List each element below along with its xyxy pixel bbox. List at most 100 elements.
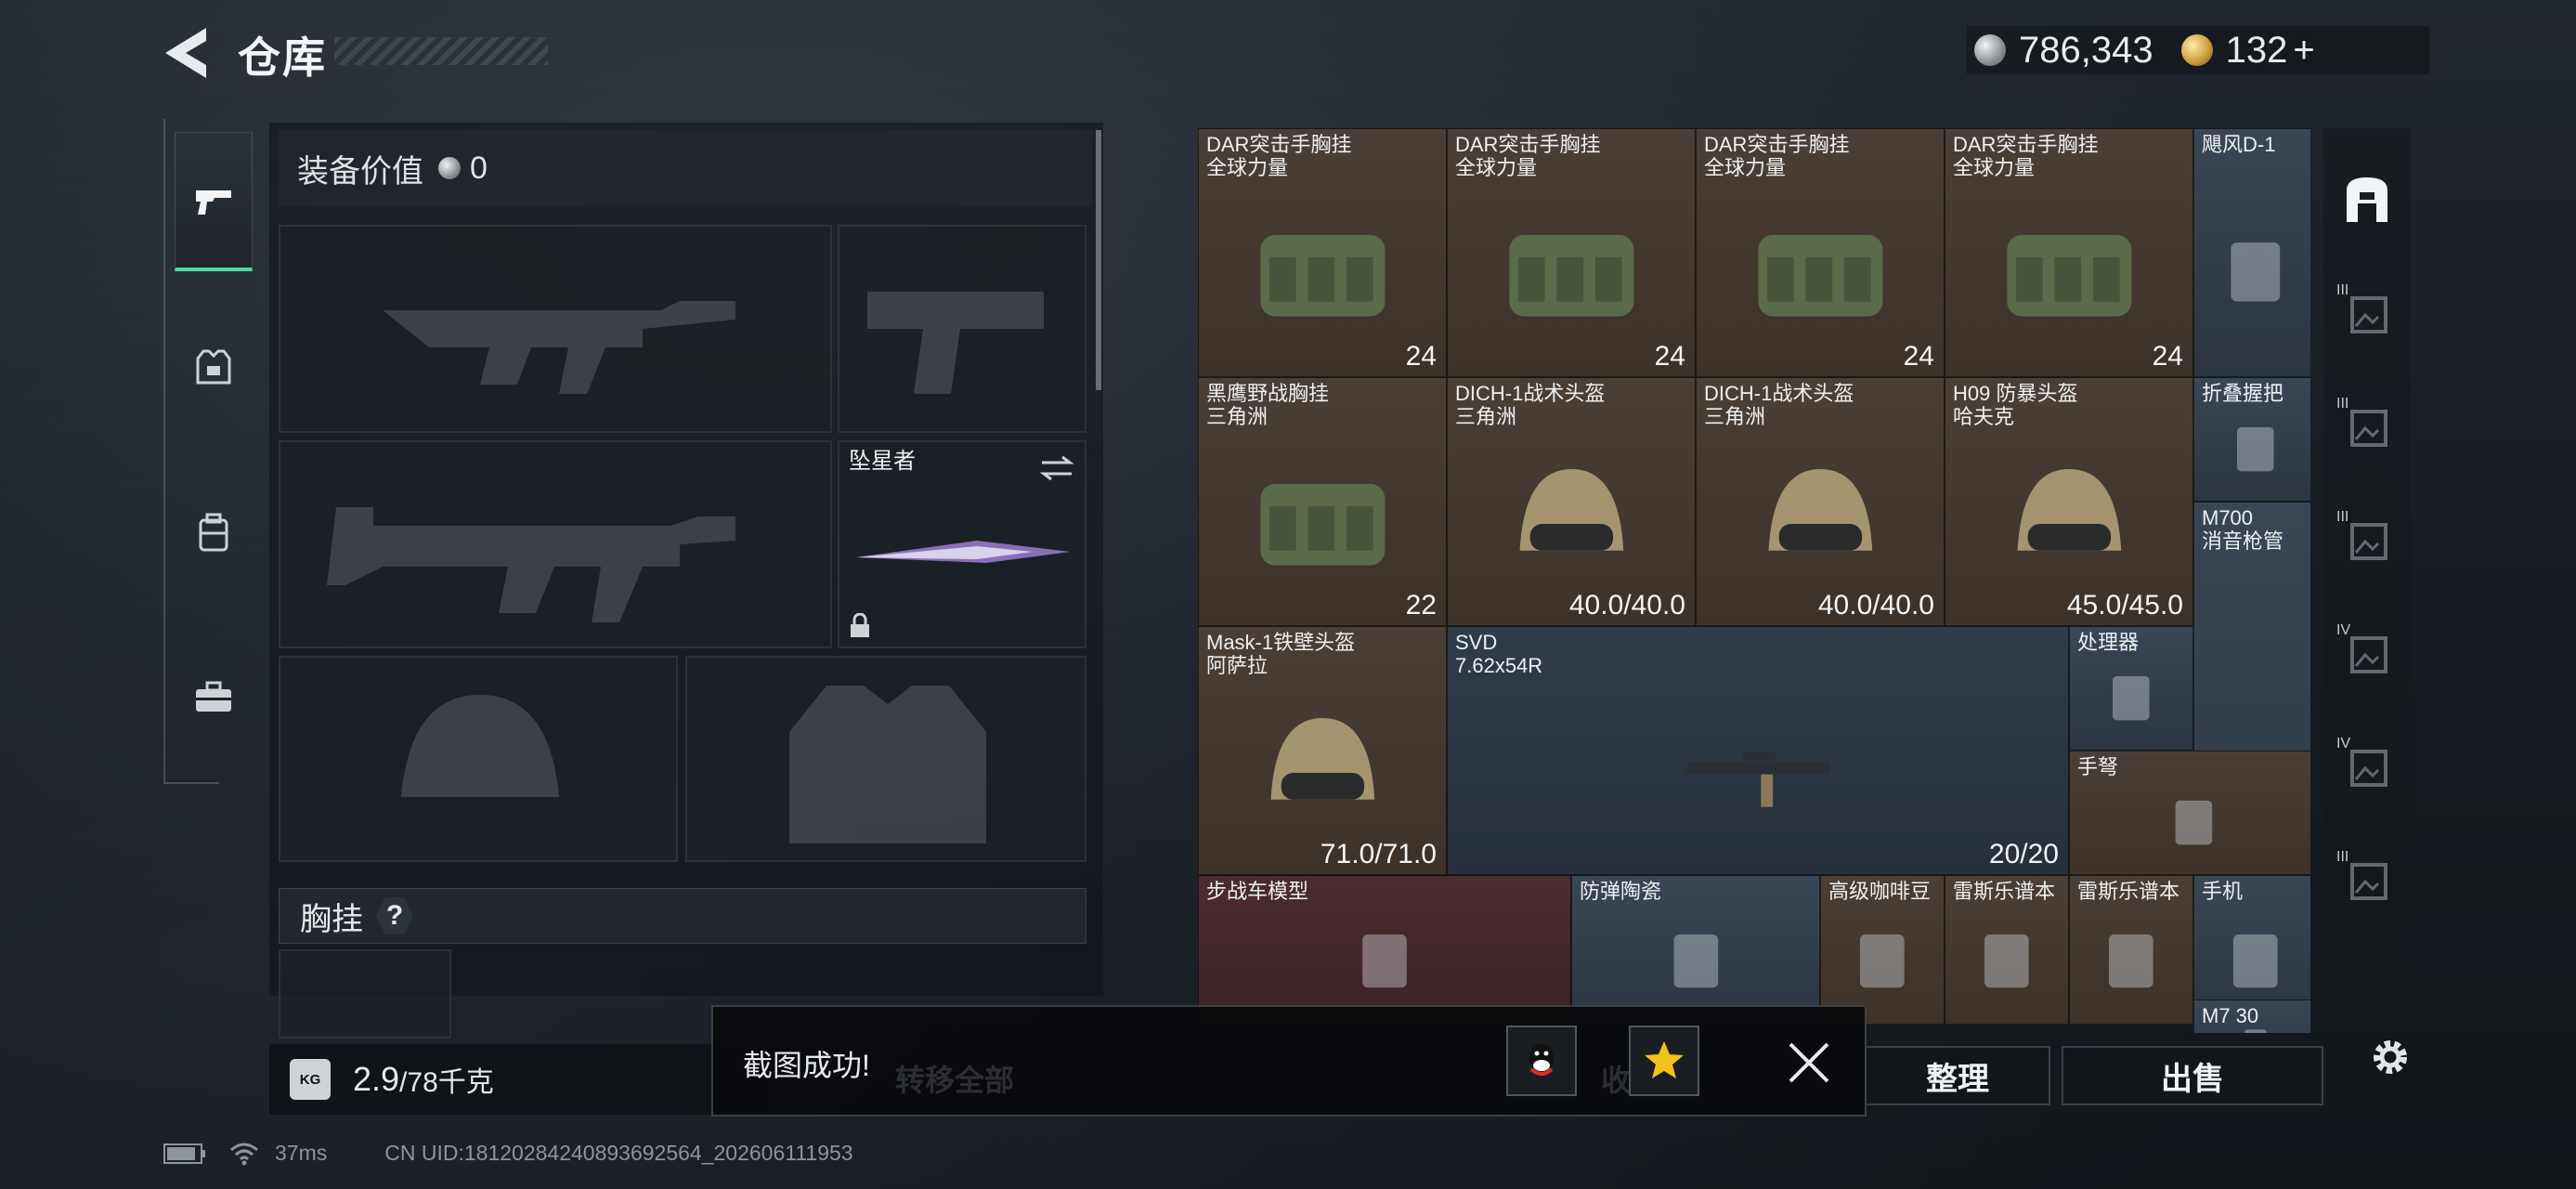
warehouse-item[interactable]: 黑鹰野战胸挂 三角洲 22 — [1198, 377, 1447, 626]
warehouse-item[interactable]: 高级咖啡豆 — [1820, 875, 1945, 1025]
chest-rig-label: 胸挂 — [300, 901, 363, 937]
chest-help-button[interactable]: ? — [376, 897, 413, 934]
item-image-icon — [1519, 469, 1623, 552]
nav-weapons-tab[interactable] — [175, 132, 253, 271]
item-name: 折叠握把 — [2202, 382, 2284, 405]
warehouse-item[interactable]: DAR突击手胸挂 全球力量 24 — [1198, 128, 1447, 377]
equipment-value-label: 装备价值 — [297, 153, 423, 189]
item-name: DICH-1战术头盔 三角洲 — [1455, 382, 1606, 428]
armor-silhouette-icon — [789, 686, 986, 843]
share-qzone-button[interactable] — [1629, 1026, 1699, 1096]
lock-icon — [851, 613, 869, 637]
item-name: 雷斯乐谱本 — [1953, 880, 2056, 903]
melee-name: 坠星者 — [849, 449, 916, 474]
weight-icon: KG — [290, 1059, 331, 1100]
gear-icon — [2374, 1040, 2407, 1074]
warehouse-item[interactable]: 雷斯乐谱本 — [1945, 875, 2069, 1025]
chest-rig-slot[interactable] — [279, 949, 451, 1039]
item-image-icon — [2244, 1029, 2267, 1033]
pistol-icon — [196, 189, 231, 215]
item-name: DAR突击手胸挂 全球力量 — [1953, 133, 2099, 179]
item-quantity: 71.0/71.0 — [1320, 839, 1437, 869]
item-name: SVD 7.62x54R — [1455, 631, 1543, 677]
gold-amount: 132 — [2225, 29, 2288, 71]
item-name: 处理器 — [2077, 631, 2140, 654]
swap-icon[interactable] — [1038, 453, 1075, 483]
warehouse-item[interactable]: Mask-1铁壁头盔 阿萨拉 71.0/71.0 — [1198, 626, 1447, 875]
warehouse-item[interactable]: 防弹陶瓷 — [1571, 875, 1820, 1025]
warehouse-item[interactable]: DICH-1战术头盔 三角洲 40.0/40.0 — [1447, 377, 1696, 626]
backpack-icon — [199, 513, 228, 552]
warehouse-item[interactable]: 折叠握把 — [2193, 377, 2310, 502]
item-name: 手机 — [2202, 880, 2244, 903]
organize-button[interactable]: 整理 — [1865, 1046, 2050, 1105]
warehouse-item[interactable]: DAR突击手胸挂 全球力量 24 — [1945, 128, 2193, 377]
item-name: H09 防暴头盔 哈夫克 — [1953, 382, 2078, 428]
loadout-scrollbar[interactable] — [1096, 130, 1101, 390]
silver-amount: 786,343 — [2019, 29, 2153, 71]
item-image-icon — [2109, 934, 2153, 988]
warehouse-item[interactable]: DAR突击手胸挂 全球力量 24 — [1696, 128, 1945, 377]
title-decoration — [334, 37, 548, 65]
warehouse-item[interactable]: DAR突击手胸挂 全球力量 24 — [1447, 128, 1696, 377]
storage-tier-label: III — [2336, 509, 2349, 525]
storage-tab-5[interactable]: IV — [2333, 732, 2401, 801]
melee-slot[interactable]: 坠星者 — [838, 440, 1086, 648]
back-button[interactable] — [165, 28, 206, 78]
item-quantity: 24 — [2152, 341, 2183, 372]
storage-tier-label: III — [2336, 282, 2349, 298]
item-image-icon — [2231, 242, 2281, 302]
warehouse-item[interactable]: DICH-1战术头盔 三角洲 40.0/40.0 — [1696, 377, 1945, 626]
nav-case-tab[interactable] — [175, 628, 253, 767]
warehouse-item[interactable]: M7 30 — [2193, 1000, 2310, 1033]
settings-button[interactable] — [2362, 1029, 2418, 1085]
warehouse-item[interactable]: 处理器 — [2069, 626, 2193, 751]
storage-tab-2[interactable]: III — [2333, 392, 2401, 461]
nav-armor-tab[interactable] — [175, 297, 253, 437]
share-qq-button[interactable] — [1506, 1026, 1577, 1096]
toast-message: 截图成功! — [743, 1049, 870, 1082]
battery-icon — [163, 1143, 205, 1164]
storage-tab-0[interactable] — [2333, 165, 2401, 234]
transfer-all-button[interactable]: 转移全部 — [895, 1057, 1014, 1100]
status-bar: 37ms CN UID:1812028424089369256​4_202606… — [163, 1141, 853, 1166]
storage-tab-3[interactable]: III — [2333, 505, 2401, 574]
item-quantity: 20/20 — [1988, 839, 2059, 869]
secondary-weapon-slot[interactable] — [279, 440, 832, 648]
storage-tab-1[interactable]: III — [2333, 279, 2401, 347]
item-image-icon — [1757, 235, 1883, 318]
body-armor-slot[interactable] — [685, 656, 1086, 862]
rifle-silhouette-icon — [327, 507, 735, 622]
storage-tab-4[interactable]: IV — [2333, 619, 2401, 687]
item-name: DICH-1战术头盔 三角洲 — [1704, 382, 1854, 428]
warehouse-item[interactable]: 手弩 — [2069, 751, 2310, 875]
warehouse-item[interactable]: 步战车模型 — [1198, 875, 1571, 1025]
item-quantity: 24 — [1903, 341, 1934, 372]
item-quantity: 45.0/45.0 — [2066, 590, 2183, 621]
item-name: 雷斯乐谱本 — [2077, 880, 2180, 903]
item-image-icon — [1686, 752, 1829, 808]
pistol-slot[interactable] — [838, 225, 1086, 433]
helmet-silhouette-icon — [401, 695, 559, 797]
warehouse-item[interactable]: 飓风D-1 — [2193, 128, 2310, 377]
item-name: 飓风D-1 — [2202, 133, 2276, 156]
item-image-icon — [1768, 469, 1872, 552]
warehouse-item[interactable]: H09 防暴头盔 哈夫克 45.0/45.0 — [1945, 377, 2193, 626]
helmet-slot[interactable] — [279, 656, 678, 862]
primary-weapon-slot[interactable] — [279, 225, 832, 433]
knife-icon — [856, 541, 1070, 563]
storage-tier-label: IV — [2336, 736, 2351, 751]
warehouse-grid: DAR突击手胸挂 全球力量 24 DAR突击手胸挂 全球力量 24 DAR突击手胸挂 全… — [1198, 128, 2310, 1033]
warehouse-item[interactable]: 雷斯乐谱本 — [2069, 875, 2193, 1025]
warehouse-item[interactable]: SVD 7.62x54R 20/20 — [1447, 626, 2069, 875]
storage-tier-label: IV — [2336, 622, 2351, 638]
sell-button[interactable]: 出售 — [2062, 1046, 2323, 1105]
qzone-star-icon — [1645, 1041, 1684, 1078]
storage-tab-6[interactable]: III — [2333, 845, 2401, 914]
item-image-icon — [1259, 484, 1386, 567]
warehouse-icon — [2347, 177, 2387, 222]
nav-backpack-tab[interactable] — [175, 463, 253, 602]
toast-close-button[interactable] — [1785, 1039, 1833, 1087]
silver-coin-icon — [438, 157, 461, 179]
add-gold-button[interactable]: + — [2293, 30, 2314, 72]
